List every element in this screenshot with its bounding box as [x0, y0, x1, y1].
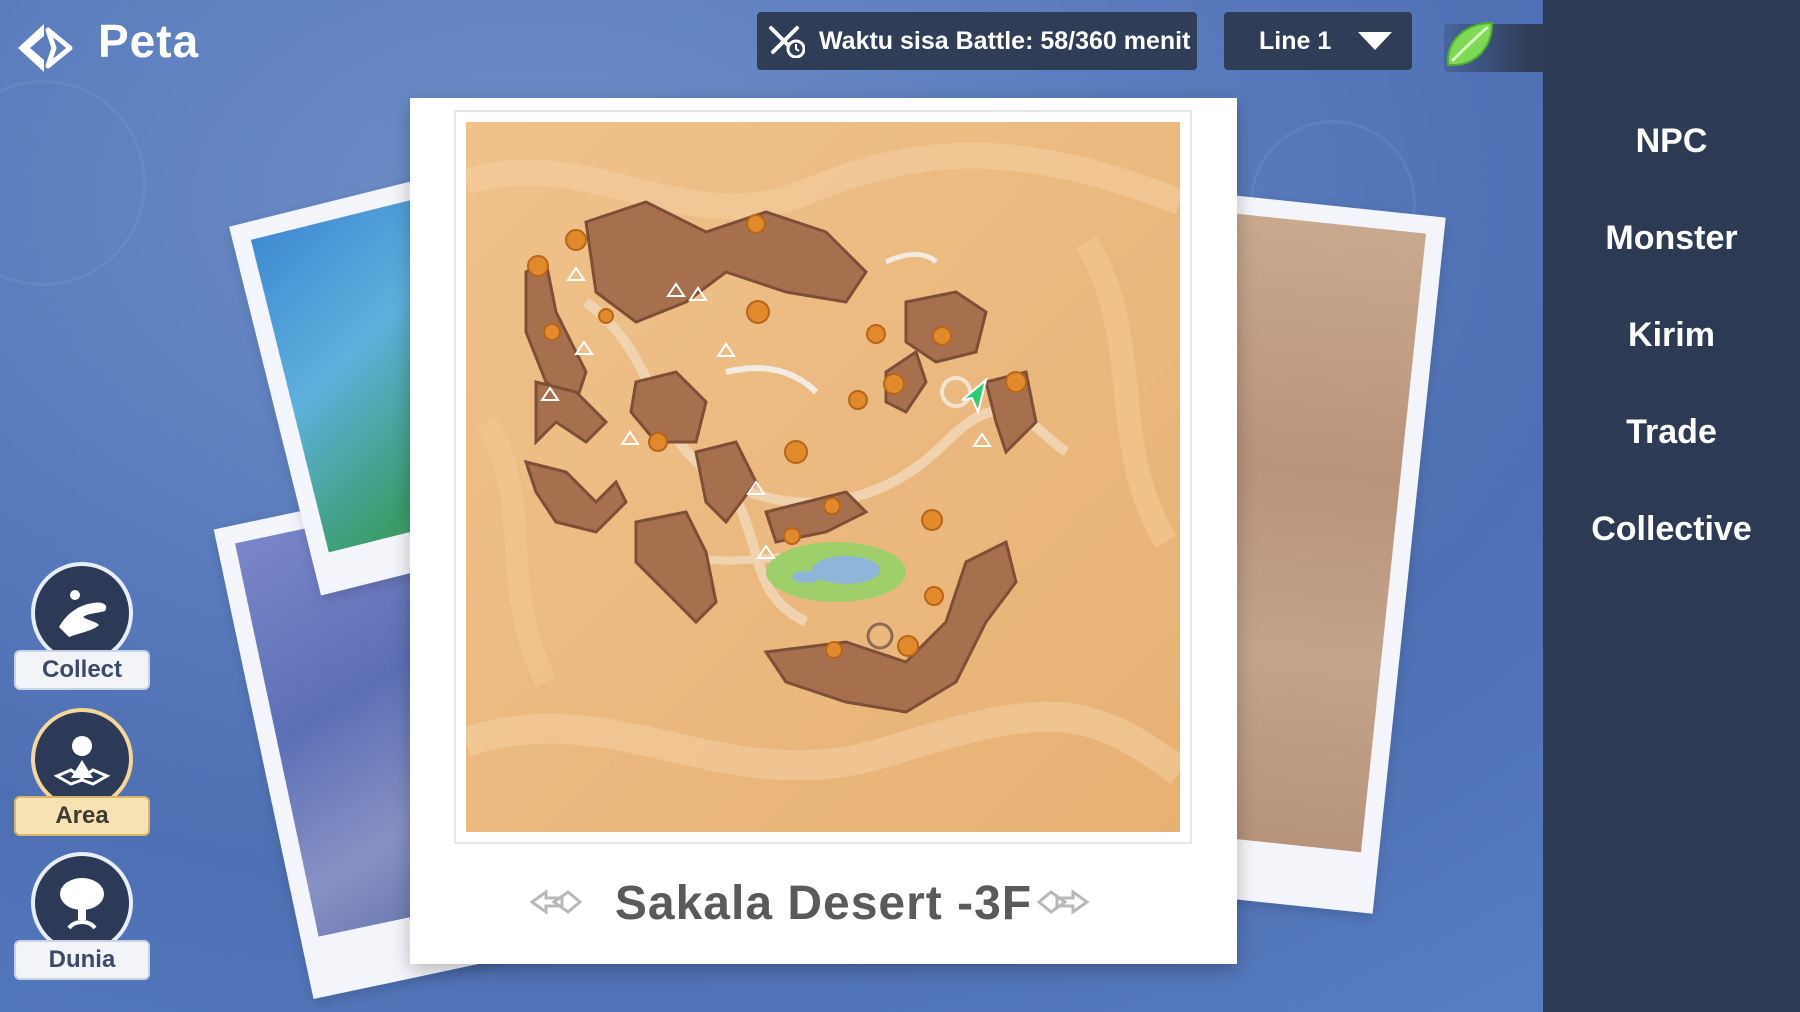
- line-dropdown-value: Line 1: [1259, 26, 1332, 55]
- page-title: Peta: [98, 15, 200, 67]
- chevron-down-icon: [1358, 32, 1392, 50]
- hand-icon: [59, 590, 107, 637]
- dunia-button[interactable]: Dunia: [14, 852, 154, 992]
- area-button[interactable]: Area: [14, 708, 154, 848]
- map-area-name: Sakala Desert -3F: [614, 877, 1033, 930]
- area-map[interactable]: [454, 110, 1192, 844]
- menu-item-monster[interactable]: Monster: [1543, 219, 1800, 258]
- map-card-current[interactable]: Sakala Desert -3F: [410, 98, 1237, 964]
- map-filter-panel: NPC Monster Kirim Trade Collective: [1543, 0, 1800, 1012]
- line-dropdown[interactable]: Line 1: [1224, 12, 1412, 70]
- back-button[interactable]: [14, 20, 74, 76]
- collect-button-label: Collect: [14, 650, 150, 690]
- desert-map-image: [461, 122, 1189, 832]
- area-button-circle: [31, 708, 133, 810]
- area-button-label: Area: [14, 796, 150, 836]
- battle-timer-text: Waktu sisa Battle: 58/360 menit: [819, 26, 1191, 55]
- menu-item-npc[interactable]: NPC: [1543, 122, 1800, 161]
- tree-icon: [60, 878, 104, 930]
- menu-item-trade[interactable]: Trade: [1543, 413, 1800, 452]
- map-pin-icon: [53, 736, 111, 786]
- dunia-button-circle: [31, 852, 133, 954]
- crossed-swords-icon: [769, 26, 805, 58]
- ornament-right-icon: [1036, 889, 1090, 915]
- menu-item-kirim[interactable]: Kirim: [1543, 316, 1800, 355]
- leaf-icon: [1446, 21, 1494, 67]
- back-arrow-icon: [18, 24, 73, 72]
- background-swirl: [0, 80, 146, 286]
- collect-button-circle: [31, 562, 133, 664]
- dunia-button-label: Dunia: [14, 940, 150, 980]
- menu-item-collective[interactable]: Collective: [1543, 510, 1800, 549]
- collect-button[interactable]: Collect: [14, 562, 154, 702]
- battle-timer: Waktu sisa Battle: 58/360 menit: [757, 12, 1197, 70]
